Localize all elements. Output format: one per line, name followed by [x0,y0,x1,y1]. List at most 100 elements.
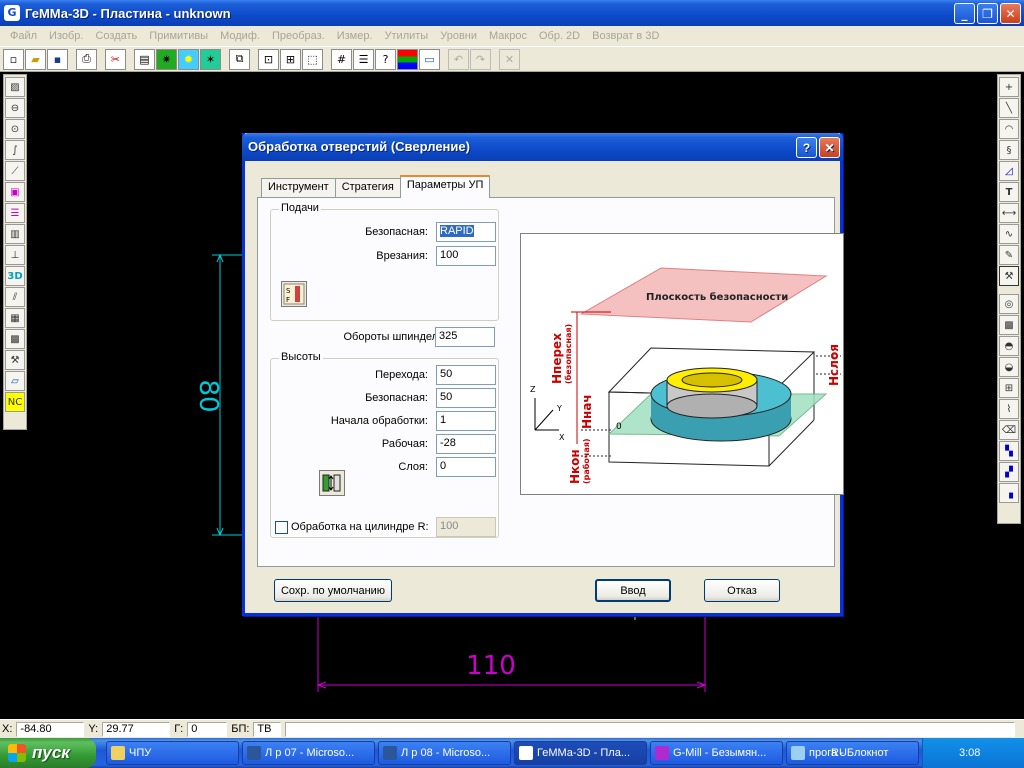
slanted-icon[interactable]: ⫽ [5,287,25,307]
save-icon[interactable]: ▪ [47,48,68,70]
solid-dome-icon[interactable]: ◒ [999,357,1019,377]
curve-icon[interactable]: ∫ [5,140,25,160]
height-calc-button[interactable] [319,470,345,496]
menu-file[interactable]: Файл [4,30,43,42]
page-icon[interactable]: ▤ [134,48,155,70]
dialog-close-button[interactable]: ✕ [819,137,840,158]
print-icon[interactable]: ⎙ [76,48,97,70]
blue-squares-icon[interactable]: ▚ [999,441,1019,461]
point-plus-icon[interactable]: + [999,77,1019,97]
rect-stack-icon[interactable]: ☰ [5,203,25,223]
cylinder-radius-input[interactable]: 100 [436,517,496,537]
menu-image[interactable]: Изобр. [43,30,89,42]
star-cyan-icon[interactable]: ✶ [200,48,221,70]
star-yellow-icon[interactable]: ✹ [178,48,199,70]
line-icon[interactable]: ╲ [999,98,1019,118]
clock[interactable]: 3:08 [959,747,980,759]
feed-safe-input[interactable]: RAPID [436,222,496,242]
height-safe-input[interactable]: 50 [436,388,496,408]
dialog-titlebar[interactable]: Обработка отверстий (Сверление) ? ✕ [242,133,843,161]
slope-icon[interactable]: ⟋ [5,161,25,181]
open-folder-icon[interactable]: ▰ [25,48,46,70]
zoom-window-icon[interactable]: ⊡ [258,48,279,70]
star-green-icon[interactable]: ✷ [156,48,177,70]
ok-button[interactable]: Ввод [595,579,671,602]
feed-calc-button[interactable]: S F [281,281,307,307]
grid-icon[interactable]: # [331,48,352,70]
hammer-tool-icon[interactable]: ⚒ [999,266,1019,286]
menu-transform[interactable]: Преобраз. [266,30,331,42]
pattern-2d-icon[interactable]: ▦ [5,308,25,328]
menu-levels[interactable]: Уровни [434,30,483,42]
start-button[interactable]: пуск [0,738,96,768]
menu-modify[interactable]: Модиф. [214,30,266,42]
height-working-input[interactable]: -28 [436,434,496,454]
cancel-button[interactable]: Отказ [704,579,780,602]
hammer-icon[interactable]: ⚒ [5,350,25,370]
feed-plunge-input[interactable]: 100 [436,246,496,266]
layers-icon[interactable]: ⧉ [229,48,250,70]
spline-icon[interactable]: § [999,140,1019,160]
zoom-icon[interactable]: ⬚ [302,48,323,70]
blueprint-icon[interactable]: ▱ [5,371,25,391]
undo-icon[interactable]: ↶ [448,48,469,70]
new-file-icon[interactable]: ▫ [3,48,24,70]
maximize-button[interactable]: ❐ [977,3,998,24]
drill-step-icon[interactable]: ⊥ [5,245,25,265]
redo-icon[interactable]: ↷ [470,48,491,70]
wave-icon[interactable]: ∿ [999,224,1019,244]
menu-create[interactable]: Создать [89,30,143,42]
menu-primitives[interactable]: Примитивы [143,30,214,42]
hatch-icon[interactable]: ▨ [5,77,25,97]
zoom-fit-icon[interactable]: ⊞ [280,48,301,70]
help-arrow-icon[interactable]: ? [375,48,396,70]
cancel-x-icon[interactable]: ✕ [499,48,520,70]
task-word-08[interactable]: Л р 08 - Microso... [378,741,511,765]
close-button[interactable]: ✕ [1000,3,1021,24]
pen-icon[interactable]: ✎ [999,245,1019,265]
bars-icon[interactable]: ▥ [5,224,25,244]
blue-square3-icon[interactable]: ▗ [999,483,1019,503]
arc-icon[interactable]: ◠ [999,119,1019,139]
grid-box-icon[interactable]: ⊞ [999,378,1019,398]
nc-icon[interactable]: NC [5,392,25,412]
hatch-area-icon[interactable]: ▩ [999,315,1019,335]
polyline-icon[interactable]: ◿ [999,161,1019,181]
colors-icon[interactable] [397,48,418,70]
height-transition-input[interactable]: 50 [436,365,496,385]
menu-macro[interactable]: Макрос [483,30,533,42]
list-icon[interactable]: ☰ [353,48,374,70]
height-start-input[interactable]: 1 [436,411,496,431]
task-word-07[interactable]: Л р 07 - Microso... [242,741,375,765]
dialog-help-button[interactable]: ? [796,137,817,158]
dimension-icon[interactable]: ⟷ [999,203,1019,223]
cylinder-checkbox[interactable] [275,521,288,534]
erase-icon[interactable]: ⌫ [999,420,1019,440]
cut-icon[interactable]: ✂ [105,48,126,70]
3d-icon[interactable]: 3D [5,266,25,286]
circle-arc-icon[interactable]: ⊙ [5,119,25,139]
minimize-button[interactable]: _ [954,3,975,24]
window-titlebar[interactable]: G ГеММа-3D - Пластина - unknown _ ❐ ✕ [0,0,1024,26]
menu-measure[interactable]: Измер. [331,30,379,42]
pattern-4d-icon[interactable]: ▩ [5,329,25,349]
language-indicator[interactable]: RU [825,743,853,763]
blue-squares2-icon[interactable]: ▞ [999,462,1019,482]
tab-strategy[interactable]: Стратегия [334,178,401,198]
height-layer-input[interactable]: 0 [436,457,496,477]
tab-nc-params[interactable]: Параметры УП [399,175,491,198]
menu-utilities[interactable]: Утилиты [379,30,435,42]
target-icon[interactable]: ◎ [999,294,1019,314]
circle-cross-icon[interactable]: ⊖ [5,98,25,118]
menu-back-3d[interactable]: Возврат в 3D [586,30,665,42]
task-gmill[interactable]: G-Mill - Безымян... [650,741,783,765]
spindle-input[interactable]: 325 [435,327,495,347]
dome-icon[interactable]: ◓ [999,336,1019,356]
task-gemma[interactable]: ГеММа-3D - Пла... [514,741,647,765]
task-cpu[interactable]: ЧПУ [106,741,239,765]
menu-2d[interactable]: Обр. 2D [533,30,586,42]
monitor-icon[interactable]: ▭ [419,48,440,70]
text-icon[interactable]: T [999,182,1019,202]
spring-icon[interactable]: ⌇ [999,399,1019,419]
pocket-icon[interactable]: ▣ [5,182,25,202]
